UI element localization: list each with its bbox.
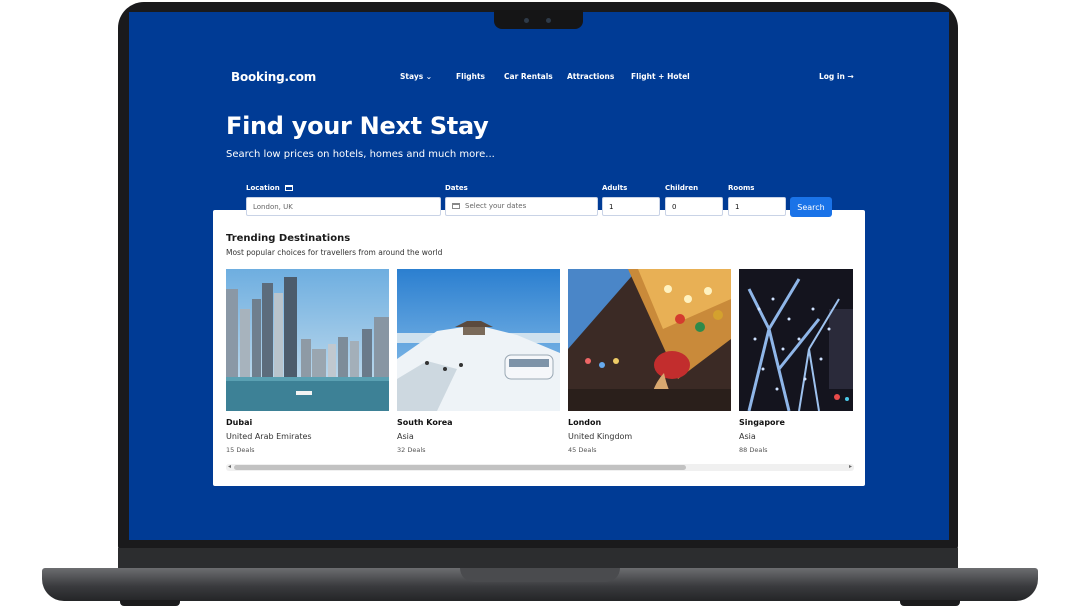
destination-name: South Korea bbox=[397, 418, 453, 427]
laptop-foot bbox=[120, 600, 180, 606]
destination-country: United Kingdom bbox=[568, 432, 633, 441]
page-title: Find your Next Stay bbox=[226, 112, 489, 140]
destination-country: Asia bbox=[739, 432, 756, 441]
dubai-image bbox=[226, 269, 389, 411]
browser-viewport: Booking.com Stays ⌄ Flights Car Rentals … bbox=[129, 12, 949, 540]
location-label: Location bbox=[246, 184, 294, 192]
children-label: Children bbox=[665, 184, 699, 192]
laptop-chin bbox=[118, 548, 958, 570]
page-subtitle: Search low prices on hotels, homes and m… bbox=[226, 149, 495, 160]
nav-car-rentals[interactable]: Car Rentals bbox=[504, 72, 553, 81]
camera-notch bbox=[494, 10, 583, 29]
calendar-icon bbox=[285, 185, 294, 191]
south-korea-image bbox=[397, 269, 560, 411]
brand-logo[interactable]: Booking.com bbox=[231, 70, 316, 84]
london-image bbox=[568, 269, 731, 411]
section-subtitle: Most popular choices for travellers from… bbox=[226, 248, 443, 257]
rooms-input[interactable] bbox=[728, 197, 786, 216]
destination-card-south-korea[interactable]: South Korea Asia 32 Deals bbox=[397, 269, 560, 454]
laptop-opening-notch bbox=[460, 568, 620, 582]
login-link[interactable]: Log in → bbox=[819, 72, 854, 81]
destination-card-singapore[interactable]: Singapore Asia 88 Deals bbox=[739, 269, 853, 454]
nav-stays[interactable]: Stays ⌄ bbox=[400, 72, 432, 81]
destination-deals: 15 Deals bbox=[226, 446, 255, 454]
scroll-right-icon[interactable]: ▸ bbox=[849, 463, 852, 470]
laptop-foot bbox=[900, 600, 960, 606]
dates-field[interactable]: Select your dates bbox=[445, 197, 598, 216]
camera-lens-icon bbox=[524, 18, 529, 23]
destination-deals: 45 Deals bbox=[568, 446, 597, 454]
trending-destinations-panel: Trending Destinations Most popular choic… bbox=[213, 210, 865, 486]
singapore-image bbox=[739, 269, 853, 411]
destination-name: Dubai bbox=[226, 418, 253, 427]
dates-label: Dates bbox=[445, 184, 468, 192]
destination-country: Asia bbox=[397, 432, 414, 441]
scrollbar-thumb[interactable] bbox=[234, 465, 686, 470]
destination-name: Singapore bbox=[739, 418, 785, 427]
destination-card-dubai[interactable]: Dubai United Arab Emirates 15 Deals bbox=[226, 269, 389, 454]
adults-input[interactable] bbox=[602, 197, 660, 216]
rooms-label: Rooms bbox=[728, 184, 755, 192]
adults-label: Adults bbox=[602, 184, 628, 192]
scroll-left-icon[interactable]: ◂ bbox=[228, 463, 231, 470]
destination-country: United Arab Emirates bbox=[226, 432, 312, 441]
destination-deals: 88 Deals bbox=[739, 446, 768, 454]
nav-flight-hotel[interactable]: Flight + Hotel bbox=[631, 72, 690, 81]
section-title: Trending Destinations bbox=[226, 233, 351, 244]
destination-deals: 32 Deals bbox=[397, 446, 426, 454]
sensor-icon bbox=[546, 18, 551, 23]
search-button[interactable]: Search bbox=[790, 197, 832, 217]
calendar-icon bbox=[452, 203, 460, 209]
nav-flights[interactable]: Flights bbox=[456, 72, 485, 81]
children-input[interactable] bbox=[665, 197, 723, 216]
destination-name: London bbox=[568, 418, 602, 427]
destination-card-london[interactable]: London United Kingdom 45 Deals bbox=[568, 269, 731, 454]
nav-attractions[interactable]: Attractions bbox=[567, 72, 614, 81]
location-input[interactable] bbox=[246, 197, 441, 216]
horizontal-scrollbar[interactable]: ◂ ▸ bbox=[226, 463, 854, 471]
dates-placeholder: Select your dates bbox=[465, 202, 527, 210]
